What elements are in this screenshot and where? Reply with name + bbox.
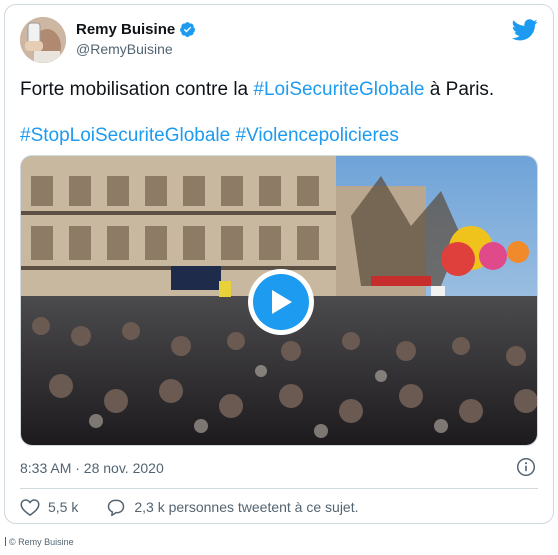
info-icon[interactable] [516,457,536,477]
hashtag-link[interactable]: #LoiSecuriteGlobale [253,79,424,100]
timestamp[interactable]: 8:33 AM · 28 nov. 2020 [20,460,164,476]
tweet-text-suffix: à Paris. [424,79,495,100]
hashtag-link[interactable]: #Violencepolicieres [235,125,398,146]
tweet-line-1: Forte mobilisation contre la #LoiSecurit… [20,75,538,105]
retweets-text: 2,3 k personnes tweetent à ce sujet. [134,499,359,515]
play-button[interactable] [248,269,314,335]
author-name[interactable]: Remy Buisine [76,21,175,38]
verified-badge-icon [180,22,196,37]
twitter-bird-icon[interactable] [512,19,538,41]
likes-count: 5,5 k [48,499,79,515]
tweet-meta: 8:33 AM · 28 nov. 2020 [20,457,538,479]
author-handle[interactable]: @RemyBuisine [76,41,196,57]
divider [20,488,538,489]
reply-activity-link[interactable]: 2,3 k personnes tweetent à ce sujet. [106,498,359,517]
photo-credit: © Remy Buisine [5,537,74,547]
like-button[interactable]: 5,5 k [20,498,78,517]
credit-text: © Remy Buisine [9,537,74,547]
author-info: Remy Buisine @RemyBuisine [76,21,196,57]
credit-bar [5,537,6,546]
tweet-line-2: #StopLoiSecuriteGlobale #Violencepolicie… [20,121,538,151]
heart-icon [20,498,40,516]
speech-bubble-icon [108,499,125,516]
tweet-card: Remy Buisine @RemyBuisine Forte mobilisa… [4,4,554,524]
tweet-text-prefix: Forte mobilisation contre la [20,79,254,100]
play-button-inner [253,274,309,330]
tweet-text: Forte mobilisation contre la #LoiSecurit… [20,75,538,167]
hashtag-link[interactable]: #StopLoiSecuriteGlobale [20,125,230,146]
avatar[interactable] [20,17,66,63]
tweet-header: Remy Buisine @RemyBuisine [20,17,538,65]
tweet-actions: 5,5 k 2,3 k personnes tweetent à ce suje… [20,494,538,520]
video-thumbnail[interactable] [20,155,538,446]
play-icon [272,290,292,314]
